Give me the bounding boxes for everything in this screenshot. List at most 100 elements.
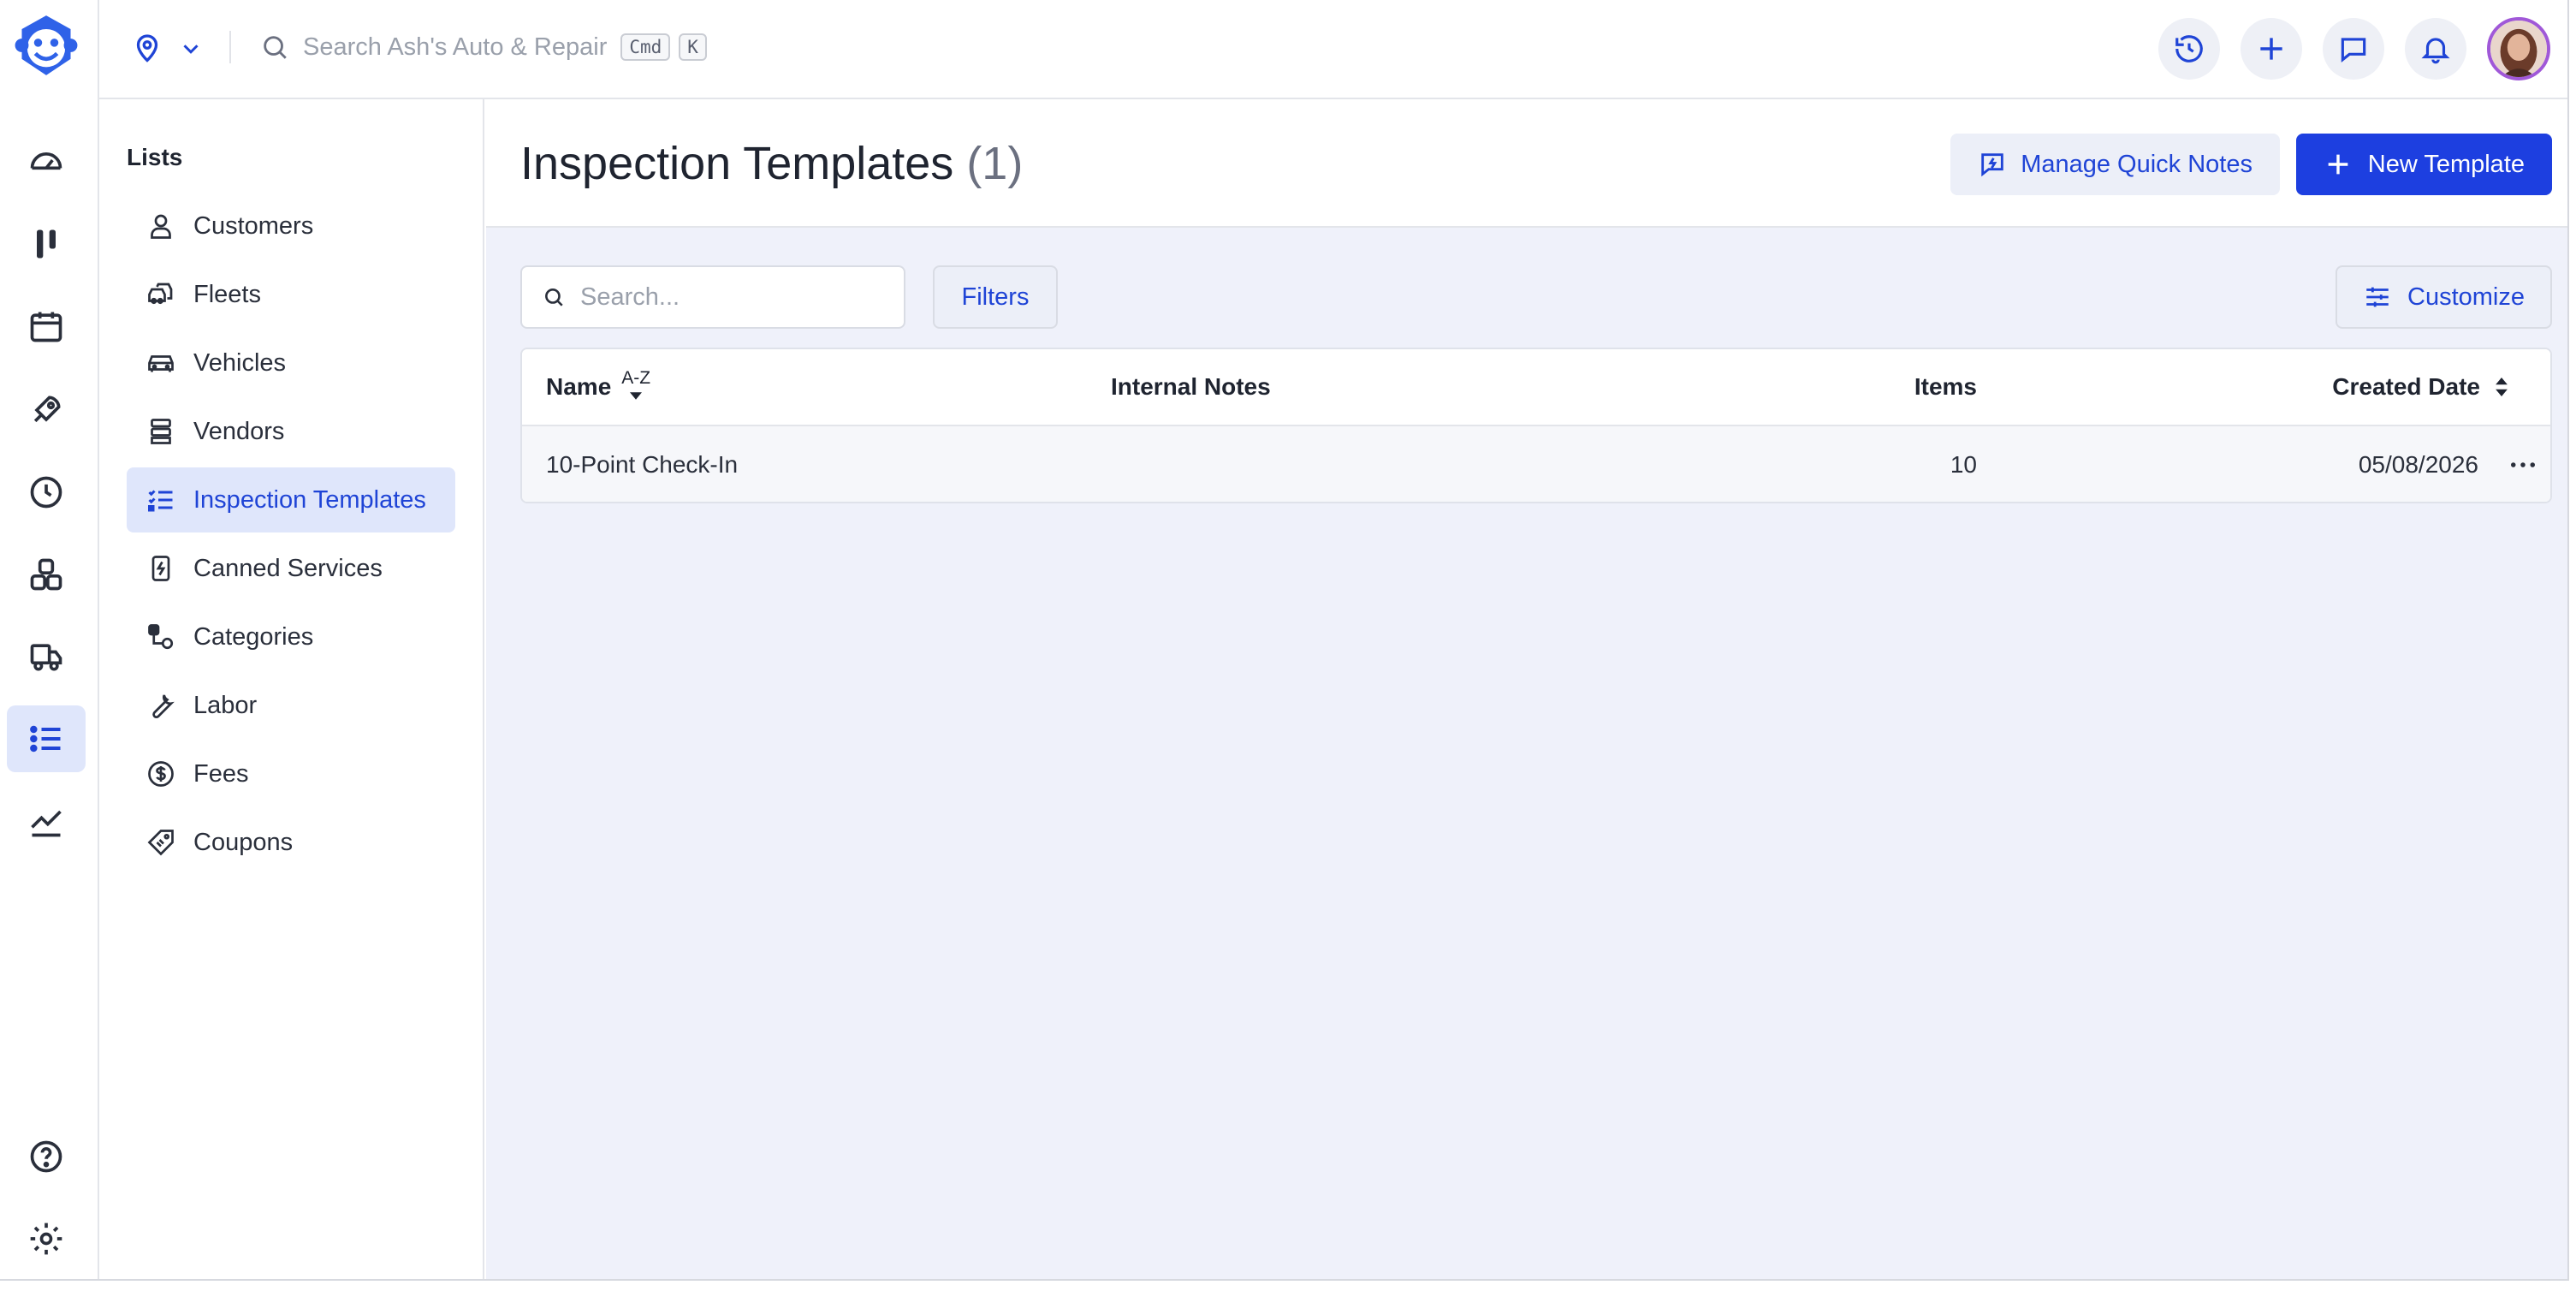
dollar-icon: [148, 761, 174, 787]
lists-heading: Lists: [127, 144, 183, 170]
more-horizontal-icon: [2511, 462, 2535, 467]
column-header-items[interactable]: Items: [1463, 349, 1977, 425]
sidebar-item-label: Inspection Templates: [193, 485, 426, 514]
manage-quick-notes-button[interactable]: Manage Quick Notes: [1950, 134, 2280, 195]
bell-icon: [2421, 38, 2450, 64]
page-header: Inspection Templates (1) Manage Quick No…: [486, 99, 2567, 228]
person-icon: [151, 214, 171, 239]
chevron-down-icon: [183, 45, 199, 54]
global-search-placeholder: Search Ash's Auto & Repair: [303, 33, 608, 61]
plus-icon: [2328, 154, 2348, 175]
column-items-label: Items: [1914, 373, 1977, 400]
messages-button[interactable]: [2323, 18, 2384, 80]
column-header-name[interactable]: Name A-Z: [546, 349, 650, 425]
page-title-text: Inspection Templates: [520, 138, 954, 189]
column-internal-notes-label: Internal Notes: [1111, 373, 1271, 400]
topbar-actions: [2158, 17, 2550, 80]
sidebar-item-customers[interactable]: Customers: [127, 193, 455, 259]
lists-sidebar: Lists Customers Fleets Vehicles Vendors …: [99, 99, 484, 1279]
column-header-created-date[interactable]: Created Date: [2063, 349, 2508, 425]
notifications-button[interactable]: [2405, 18, 2466, 80]
categories-icon: [148, 624, 174, 650]
sidebar-item-label: Fleets: [193, 280, 261, 308]
rail-time-clock[interactable]: [7, 459, 86, 526]
monkey-logo-icon: [15, 15, 78, 75]
sidebar-item-labor[interactable]: Labor: [127, 673, 455, 738]
sidebar-item-label: Customers: [193, 211, 314, 240]
coupon-icon: [147, 830, 174, 856]
sort-az-label: A-Z: [621, 368, 651, 388]
plus-icon: [2260, 38, 2282, 60]
rail-help[interactable]: [7, 1123, 86, 1190]
icon-rail: [0, 0, 99, 1279]
search-icon: [545, 289, 563, 306]
quick-add-button[interactable]: [2241, 18, 2302, 80]
filters-label: Filters: [961, 283, 1030, 311]
calendar-icon: [30, 312, 62, 342]
workflow-board-icon: [37, 229, 56, 259]
sort-down-icon: [630, 392, 643, 400]
speedometer-icon: [30, 152, 62, 170]
rail-calendar[interactable]: [7, 293, 86, 360]
rail-lists[interactable]: [7, 705, 86, 772]
sidebar-item-label: Vehicles: [193, 348, 287, 377]
manage-quick-notes-label: Manage Quick Notes: [2021, 150, 2253, 178]
cell-name: 10-Point Check-In: [546, 451, 739, 478]
gear-icon: [30, 1223, 62, 1255]
sidebar-item-canned-services[interactable]: Canned Services: [127, 536, 455, 601]
search-icon: [264, 36, 287, 59]
customize-button[interactable]: Customize: [2336, 265, 2552, 329]
user-avatar[interactable]: [2487, 17, 2550, 80]
history-button[interactable]: [2158, 18, 2220, 80]
topbar-divider: [229, 31, 231, 63]
rail-dashboard[interactable]: [7, 128, 86, 195]
sidebar-item-fees[interactable]: Fees: [127, 741, 455, 806]
column-name-label: Name: [546, 373, 612, 400]
app-window: Search Ash's Auto & Repair Cmd K Lists C…: [0, 0, 2569, 1281]
rocket-icon: [33, 396, 61, 423]
rail-fleet[interactable]: [7, 623, 86, 690]
sidebar-item-coupons[interactable]: Coupons: [127, 810, 455, 875]
user-photo-icon: [2490, 21, 2547, 77]
template-search[interactable]: [520, 265, 905, 329]
sidebar-item-label: Vendors: [193, 417, 285, 445]
global-search[interactable]: Search Ash's Auto & Repair Cmd K: [260, 26, 707, 68]
sidebar-item-label: Canned Services: [193, 554, 383, 582]
checklist-icon: [148, 490, 173, 512]
cell-created-date: 05/08/2026: [2358, 451, 2478, 478]
page-title: Inspection Templates (1): [520, 137, 1023, 190]
sidebar-item-label: Fees: [193, 759, 249, 788]
fleet-icon: [148, 283, 173, 305]
rail-inventory[interactable]: [7, 541, 86, 608]
parts-icon: [30, 558, 62, 591]
sidebar-item-label: Labor: [193, 691, 258, 719]
truck-icon: [30, 644, 62, 671]
row-actions-button[interactable]: [2506, 426, 2540, 502]
page-title-count: (1): [966, 138, 1024, 189]
shortcut-k-key: K: [679, 33, 707, 61]
sidebar-item-inspection-templates[interactable]: Inspection Templates: [127, 467, 455, 532]
vendor-icon: [151, 419, 171, 444]
sort-toggle-icon: [2496, 378, 2508, 396]
sidebar-item-vendors[interactable]: Vendors: [127, 399, 455, 464]
chat-bubble-icon: [2341, 38, 2366, 62]
rail-marketing[interactable]: [7, 377, 86, 443]
sidebar-item-categories[interactable]: Categories: [127, 604, 455, 669]
search-input[interactable]: [580, 283, 888, 312]
sidebar-item-label: Coupons: [193, 828, 294, 856]
location-selector[interactable]: [132, 29, 204, 68]
new-template-label: New Template: [2367, 150, 2525, 178]
app-logo[interactable]: [7, 12, 86, 79]
rail-workflow[interactable]: [7, 211, 86, 277]
rail-settings[interactable]: [7, 1205, 86, 1272]
quick-note-icon: [1981, 153, 2003, 177]
new-template-button[interactable]: New Template: [2295, 134, 2552, 195]
column-header-internal-notes[interactable]: Internal Notes: [1111, 349, 1271, 425]
location-pin-icon: [136, 34, 158, 62]
sidebar-item-vehicles[interactable]: Vehicles: [127, 330, 455, 396]
rail-reports[interactable]: [7, 788, 86, 854]
filters-button[interactable]: Filters: [933, 265, 1058, 329]
sidebar-item-fleets[interactable]: Fleets: [127, 262, 455, 327]
table-row[interactable]: 10-Point Check-In 10 05/08/2026: [522, 426, 2550, 502]
customize-label: Customize: [2407, 283, 2525, 311]
